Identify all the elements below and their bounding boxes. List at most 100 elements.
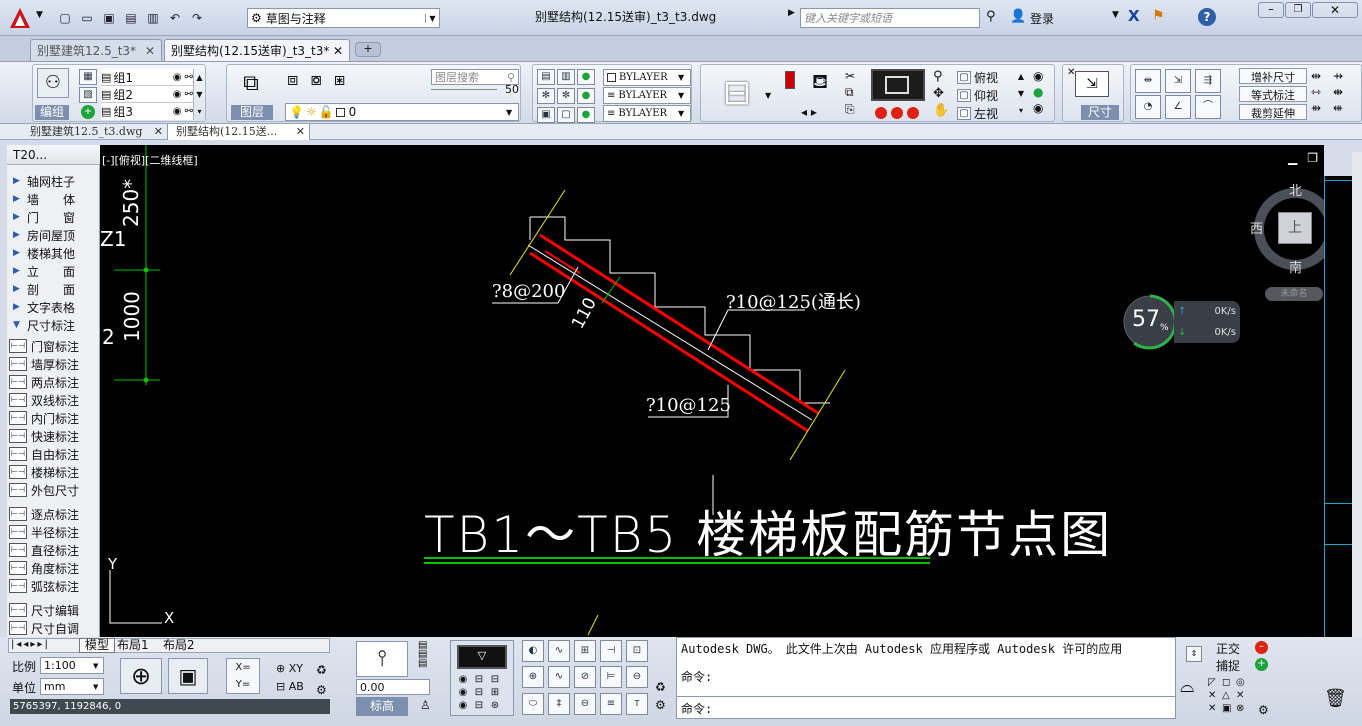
view-preview-icon[interactable] [871, 69, 925, 101]
plot-icon[interactable]: ▥ [144, 9, 162, 27]
app-menu-arrow-icon[interactable]: ▼ [36, 10, 43, 20]
viewcube-south[interactable]: 南 [1289, 257, 1302, 276]
viewcube-west[interactable]: 西 [1250, 218, 1263, 237]
draft-settings-icons[interactable]: ♻ ⚙ [655, 678, 666, 714]
dim-edit-icon[interactable]: ⇼ [1333, 85, 1355, 99]
section-icon[interactable]: ◉ [455, 673, 471, 686]
trim-extend-button[interactable]: 裁剪延伸 [1239, 104, 1307, 120]
section-preview-icon[interactable]: ▽ [457, 645, 507, 669]
trash-icon[interactable]: 🗑 [1324, 688, 1347, 709]
open-icon[interactable]: ▭ [78, 9, 96, 27]
color-select[interactable]: BYLAYER ▼ [603, 69, 691, 86]
new-icon[interactable]: ▢ [56, 9, 74, 27]
file-tab-1[interactable]: 别墅建筑12.5_t3.dwg ✕ [22, 124, 168, 140]
palette-category[interactable]: ▶ 立 面 [7, 262, 100, 280]
layer-iso-icon[interactable]: ⧆ [334, 69, 345, 90]
osnap-icon[interactable]: ✕ [1236, 689, 1250, 702]
layer-properties-icon[interactable]: ⧉ [233, 69, 269, 101]
workspace-select[interactable]: ⚙ 草图与注释 ▼ [247, 8, 440, 28]
undo-icon[interactable]: ↶ [166, 9, 184, 27]
viewcube-face[interactable]: 上 [1278, 212, 1312, 244]
osnap-icon[interactable]: ▣ [1222, 702, 1236, 715]
stop-icon[interactable] [891, 107, 903, 119]
snap-status-icon[interactable]: + [1255, 658, 1268, 671]
nav-arrows-icon[interactable]: ◂ ▸ [801, 105, 817, 119]
eye-icon[interactable]: ◉ ⚯ [173, 72, 193, 83]
a360-icon[interactable]: ⚑ [1152, 8, 1165, 24]
minimize-button[interactable]: – [1258, 2, 1284, 18]
dim-edit-icon[interactable]: ⇸ [1333, 69, 1355, 83]
section-icon[interactable]: ⊟ [471, 673, 487, 686]
panel-close-icon[interactable]: ✕ [1067, 67, 1075, 78]
draft-tool-icon[interactable]: ∿ [548, 666, 570, 689]
draft-tool-icon[interactable]: ⊞ [574, 640, 596, 662]
binoculars-icon[interactable]: ⚲ [986, 9, 996, 24]
on-icon[interactable]: ● [577, 69, 595, 85]
unit-select[interactable]: mm ▼ [40, 678, 104, 695]
dim-edit-icon[interactable]: ⇺ [1333, 101, 1355, 115]
arc-icon[interactable]: ⌒ [1195, 95, 1221, 119]
view-top[interactable]: ▢ 俯视 [957, 68, 1013, 86]
palette-tool[interactable]: ⊢⊣ 弧弦标注 [7, 577, 100, 595]
palette-category[interactable]: ▶ 剖 面 [7, 280, 100, 298]
layout-tab-2[interactable]: 布局2 [163, 639, 195, 652]
draft-tool-icon[interactable]: ⬭ [522, 692, 544, 715]
layout-nav-icons[interactable]: |◂◂▸▸| [11, 639, 50, 650]
section-icon[interactable]: ⊞ [487, 686, 503, 699]
freeze-icon[interactable]: ▥ [557, 69, 575, 85]
palette-category[interactable]: ▶ 轴网柱子 [7, 172, 100, 190]
save-icon[interactable]: ▣ [100, 9, 118, 27]
ungroup-icon[interactable]: ▦ [79, 69, 97, 85]
group-item-2[interactable]: ▤ 组2 ◉ ⚯ [101, 86, 193, 103]
radius-icon[interactable]: ◔ [1135, 95, 1161, 119]
paste-icon[interactable]: ⎘ [845, 102, 863, 117]
section-icon[interactable]: ⊟ [471, 686, 487, 699]
draft-tool-icon[interactable]: ≡ [600, 692, 622, 715]
section-icon[interactable]: ⊟ [487, 673, 503, 686]
doc-tab-2[interactable]: 别墅结构(12.15送审)_t3_t3* ✕ [164, 39, 350, 61]
palette-tool[interactable]: ⊢⊣ 逐点标注 [7, 505, 100, 523]
draft-tool-icon[interactable]: ⊕ [522, 666, 544, 689]
elevation-icon[interactable]: ⫯ [356, 641, 408, 677]
wcs-menu[interactable]: 未命名 [1265, 287, 1323, 301]
section-icon[interactable]: ◉ [455, 686, 471, 699]
search-expand-icon[interactable]: ▶ [788, 8, 798, 18]
eye-icon[interactable]: ◉ ⚯ [173, 106, 193, 117]
palette-tool[interactable]: ⊢⊣ 快速标注 [7, 427, 100, 445]
osnap-icon[interactable]: ◎ [1236, 676, 1250, 689]
dim-tool-icon[interactable]: ⇹ [1135, 69, 1161, 93]
palette-title[interactable]: T20... [7, 145, 100, 165]
viewport-label[interactable]: [-][俯视][二维线框] [102, 152, 198, 168]
palette-tool[interactable]: ⊢⊣ 两点标注 [7, 373, 100, 391]
command-window[interactable]: Autodesk DWG。 此文件上次由 Autodesk 应用程序或 Auto… [676, 637, 1176, 719]
viewcube-north[interactable]: 北 [1289, 180, 1302, 199]
eye-icon[interactable]: ◉ [1033, 69, 1051, 83]
login-button[interactable]: 登录 [1030, 10, 1054, 27]
login-chevron-icon[interactable]: ▼ [1112, 10, 1119, 20]
on2-icon[interactable]: ● [577, 88, 595, 104]
match-icon[interactable]: ▤ [537, 69, 555, 85]
layer-select[interactable]: 💡 ☼ 🔓 0 ▼ [285, 103, 519, 121]
palette-category[interactable]: ▶ 楼梯其他 [7, 244, 100, 262]
view-left[interactable]: ▢ 左视 [957, 104, 1013, 122]
linetype-select[interactable]: ≡ BYLAYER ▼ [603, 87, 691, 104]
elevation-input[interactable]: 0.00 [356, 679, 430, 695]
zoom-icon[interactable]: ⚲ [933, 69, 951, 84]
doc-tab-1[interactable]: 别墅建筑12.5_t3* ✕ [30, 39, 162, 61]
dim-edit-icon[interactable]: ⇿ [1311, 85, 1333, 99]
group-item-1[interactable]: ▤ 组1 ◉ ⚯ [101, 69, 193, 86]
osnap-icon[interactable]: ◻ [1222, 676, 1236, 689]
add-icon[interactable]: + [81, 105, 95, 119]
palette-category[interactable]: ▶ 门 窗 [7, 208, 100, 226]
palette-tool[interactable]: ⊢⊣ 外包尺寸 [7, 481, 100, 499]
osnap-settings-icon[interactable]: ⚙ [1258, 703, 1269, 717]
redo-icon[interactable]: ↷ [188, 9, 206, 27]
dim-edit-icon[interactable]: ⇻ [1311, 101, 1333, 115]
settings-icons[interactable]: ♻ ⚙ [316, 660, 327, 700]
lock2-icon[interactable]: ▣ [537, 107, 555, 123]
snap-label[interactable]: 捕捉 [1216, 657, 1240, 674]
new-tab-button[interactable]: + [355, 42, 381, 57]
viewport-minimize-icon[interactable]: ▁ [1288, 151, 1297, 165]
pan-icon[interactable]: ✋ [933, 103, 951, 118]
lock3-icon[interactable]: ▢ [557, 107, 575, 123]
